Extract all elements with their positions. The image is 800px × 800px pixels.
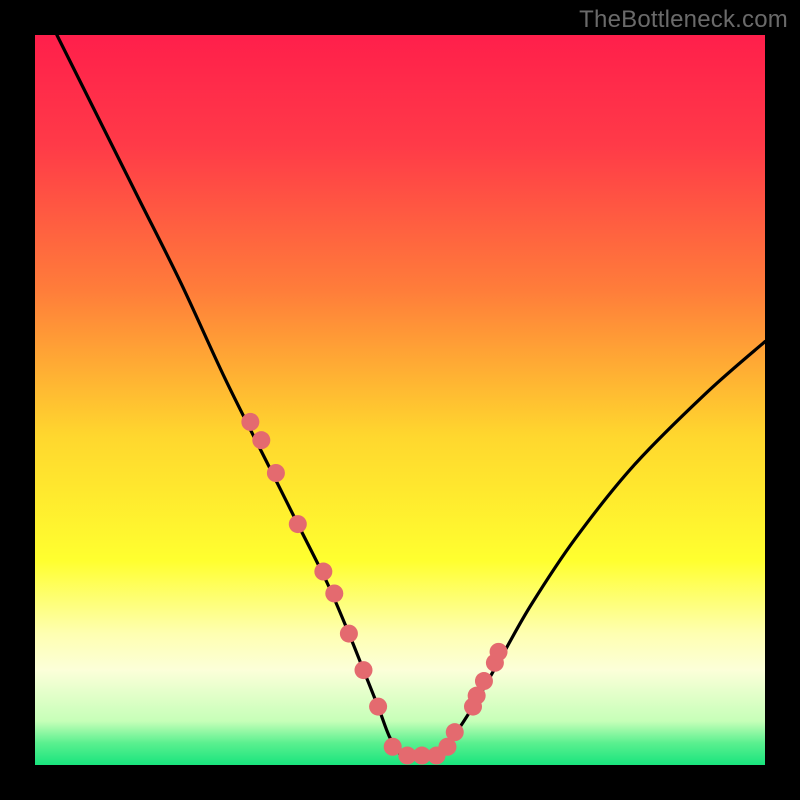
gradient-background xyxy=(35,35,765,765)
plot-area xyxy=(35,35,765,765)
data-point xyxy=(340,625,358,643)
data-point xyxy=(475,672,493,690)
data-point xyxy=(314,563,332,581)
data-point xyxy=(355,661,373,679)
watermark-text: TheBottleneck.com xyxy=(579,6,788,34)
outer-frame: TheBottleneck.com xyxy=(0,0,800,800)
data-point xyxy=(252,431,270,449)
data-point xyxy=(267,464,285,482)
data-point xyxy=(490,643,508,661)
data-point xyxy=(325,584,343,602)
data-point xyxy=(446,723,464,741)
data-point xyxy=(369,698,387,716)
data-point xyxy=(241,413,259,431)
chart-svg xyxy=(35,35,765,765)
data-point xyxy=(289,515,307,533)
